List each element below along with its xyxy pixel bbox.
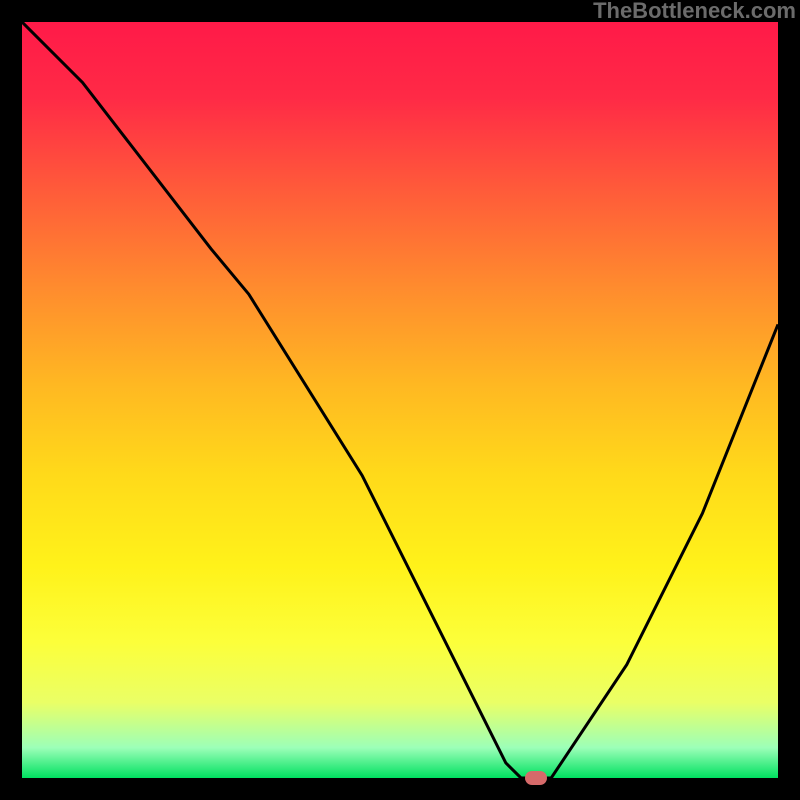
chart-marker bbox=[525, 771, 547, 785]
chart-frame: TheBottleneck.com bbox=[0, 0, 800, 800]
watermark: TheBottleneck.com bbox=[593, 0, 796, 22]
curve-path bbox=[22, 22, 778, 778]
chart-line bbox=[22, 22, 778, 778]
